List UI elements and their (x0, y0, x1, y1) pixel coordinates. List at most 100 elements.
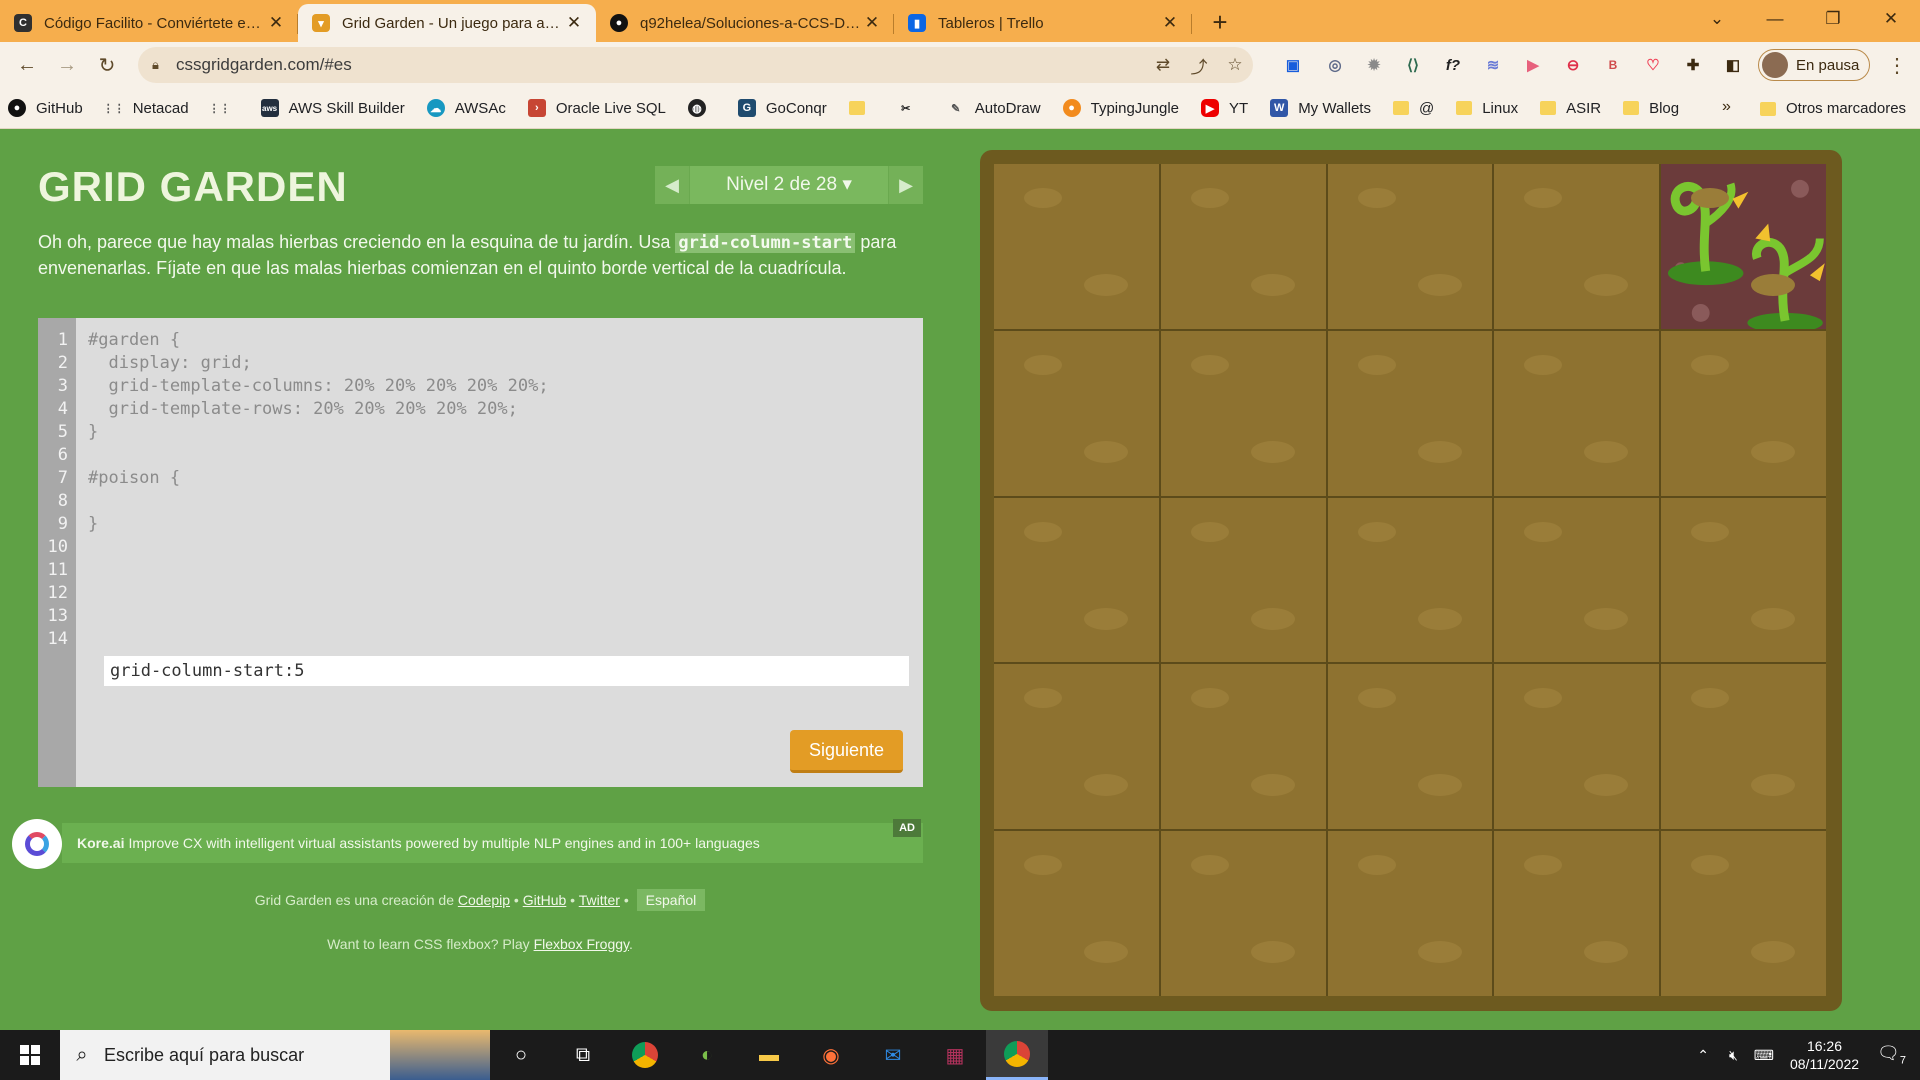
bookmark-netacad[interactable]: ⋮⋮ Netacad (102, 99, 189, 117)
close-tab-icon[interactable]: ✕ (862, 13, 882, 33)
windows-start-icon[interactable] (0, 1030, 60, 1080)
bookmark-typingjungle[interactable]: ● TypingJungle (1062, 99, 1179, 117)
soil-cell (994, 497, 1159, 663)
folder-icon (848, 101, 865, 115)
keyboard-icon[interactable]: ⌨ (1754, 1047, 1774, 1064)
bookmarks-overflow-button[interactable]: » (1722, 98, 1731, 116)
css-answer-input[interactable] (104, 656, 909, 686)
more-menu-icon[interactable]: ⋮ (1880, 48, 1914, 82)
translate-icon[interactable]: ⇄ (1145, 55, 1181, 75)
extension-record-icon[interactable]: ▶ (1516, 48, 1550, 82)
tab-github[interactable]: ● q92helea/Soluciones-a-CCS-DINI ✕ (596, 4, 894, 42)
reload-icon[interactable]: ↻ (90, 48, 124, 82)
firefox-icon[interactable]: ◉ (800, 1030, 862, 1080)
tab-codigofacilito[interactable]: C Código Facilito - Conviértete en p ✕ (0, 4, 298, 42)
carrot-icon: ▾ (312, 14, 330, 32)
previous-level-icon[interactable]: ◀ (655, 166, 689, 204)
bookmark-awsac[interactable]: ☁ AWSAc (426, 99, 506, 117)
bookmark-cisco[interactable]: ⋮⋮ (209, 99, 239, 117)
bookmark-star-icon[interactable]: ☆ (1217, 55, 1253, 75)
search-placeholder: Escribe aquí para buscar (104, 1044, 305, 1065)
tab-search-icon[interactable]: ⌄ (1688, 0, 1746, 38)
next-level-icon[interactable]: ▶ (889, 166, 923, 204)
language-select[interactable]: Español (636, 889, 706, 911)
notifications-icon[interactable]: 🗨︎7 (1877, 1043, 1906, 1067)
extension-layers-icon[interactable]: ≋ (1476, 48, 1510, 82)
extensions-puzzle-icon[interactable]: ✚ (1676, 48, 1710, 82)
close-tab-icon[interactable]: ✕ (1160, 13, 1180, 33)
file-explorer-icon[interactable]: ▬ (738, 1030, 800, 1080)
share-icon[interactable]: ⤴ (1181, 53, 1217, 78)
extension-search-icon[interactable]: ◎ (1318, 48, 1352, 82)
extension-b-icon[interactable]: B (1596, 48, 1630, 82)
soil-cell (1661, 831, 1826, 996)
restore-icon[interactable]: ❐ (1804, 0, 1862, 38)
other-bookmarks[interactable]: Otros marcadores (1760, 88, 1906, 129)
mail-icon[interactable]: ✉ (862, 1030, 924, 1080)
bookmark-yt[interactable]: ▶ YT (1201, 99, 1248, 117)
extension-gear-icon[interactable]: ✹ (1357, 48, 1391, 82)
url-text[interactable]: cssgridgarden.com/#es (176, 55, 1145, 75)
new-tab-button[interactable]: + (1202, 4, 1238, 40)
forward-icon[interactable]: → (50, 48, 84, 82)
taskbar-search[interactable]: ⌕ Escribe aquí para buscar (60, 1030, 490, 1080)
github-link[interactable]: GitHub (523, 892, 567, 908)
bookmark-github[interactable]: ● GitHub (8, 99, 83, 117)
volume-muted-icon[interactable]: 🔇︎ (1729, 1047, 1738, 1064)
codepip-link[interactable]: Codepip (458, 892, 510, 908)
sponsor-ad[interactable]: Kore.ai Improve CX with intelligent virtu… (12, 819, 923, 869)
bookmark-oracle-live-sql[interactable]: › Oracle Live SQL (527, 99, 666, 117)
winrar-icon[interactable]: ▦ (924, 1030, 986, 1080)
soil-cell (1494, 831, 1660, 996)
chevron-up-icon[interactable]: ⌃ (1697, 1047, 1709, 1064)
close-tab-icon[interactable]: ✕ (266, 13, 286, 33)
task-view-icon[interactable]: ⧉ (552, 1030, 614, 1080)
twitter-link[interactable]: Twitter (579, 892, 620, 908)
chrome-active-icon[interactable] (986, 1030, 1048, 1080)
tab-grid-garden[interactable]: ▾ Grid Garden - Un juego para apre ✕ (298, 4, 596, 42)
extension-pocket-icon[interactable]: ♡ (1636, 48, 1670, 82)
ad-banner[interactable]: Kore.ai Improve CX with intelligent virtu… (62, 819, 923, 863)
next-button[interactable]: Siguiente (790, 730, 903, 773)
extension-code-icon[interactable]: ⟨⟩ (1396, 48, 1430, 82)
close-window-icon[interactable]: ✕ (1862, 0, 1920, 38)
cisco-icon: ⋮⋮ (102, 102, 125, 115)
codigofacilito-icon: C (14, 14, 32, 32)
garden-grid (994, 164, 1826, 996)
profile-button[interactable]: En pausa (1758, 49, 1870, 81)
page-title: GRID GARDEN (38, 163, 348, 210)
bookmark-folder-blog[interactable]: Blog (1623, 100, 1679, 117)
bookmark-tools[interactable]: ✂ (897, 99, 925, 117)
tab-trello[interactable]: ▮ Tableros | Trello ✕ (894, 4, 1192, 42)
bookmark-globe[interactable]: ◍ (687, 99, 716, 117)
level-select[interactable]: Nivel 2 de 28 ▾ (689, 166, 889, 204)
close-tab-icon[interactable]: ✕ (564, 13, 584, 33)
address-bar[interactable]: 🔒︎ cssgridgarden.com/#es ⇄ ⤴ ☆ (138, 47, 1253, 83)
soil-cell (1160, 831, 1326, 996)
minimize-icon[interactable]: — (1746, 0, 1804, 38)
clock[interactable]: 16:26 08/11/2022 (1790, 1037, 1859, 1073)
chrome-icon[interactable] (614, 1030, 676, 1080)
cortana-icon[interactable]: ○ (490, 1030, 552, 1080)
app-icon[interactable]: ◐ (676, 1030, 738, 1080)
back-icon[interactable]: ← (10, 48, 44, 82)
bookmark-goconqr[interactable]: G GoConqr (737, 99, 827, 117)
bookmark-autodraw[interactable]: ✎ AutoDraw (947, 99, 1040, 117)
css-editor: 1 2 3 4 5 6 7 8 9 10 11 12 13 14 #garden… (38, 318, 923, 787)
extension-lastpass-icon[interactable]: ⊖ (1556, 48, 1590, 82)
extension-function-icon[interactable]: f? (1436, 48, 1470, 82)
grid-garden-page: GRID GARDEN ◀ Nivel 2 de 28 ▾ ▶ Oh oh, p… (0, 129, 1920, 1030)
bookmark-aws-skill-builder[interactable]: aws AWS Skill Builder (260, 99, 405, 117)
ad-brand: Kore.ai (77, 835, 125, 851)
side-panel-icon[interactable]: ◧ (1716, 48, 1750, 82)
folder-icon (1392, 101, 1409, 115)
flexbox-froggy-link[interactable]: Flexbox Froggy (534, 936, 629, 952)
wallet-icon: W (1270, 99, 1289, 117)
bookmark-folder-at[interactable]: @ (1392, 100, 1434, 117)
extension-bitwarden-icon[interactable]: ▣ (1276, 48, 1310, 82)
bookmark-folder-linux[interactable]: Linux (1456, 100, 1518, 117)
globe-icon: ◍ (687, 99, 706, 117)
bookmark-folder-asir[interactable]: ASIR (1540, 100, 1601, 117)
bookmark-my-wallets[interactable]: W My Wallets (1270, 99, 1371, 117)
bookmark-folder[interactable] (848, 101, 875, 115)
